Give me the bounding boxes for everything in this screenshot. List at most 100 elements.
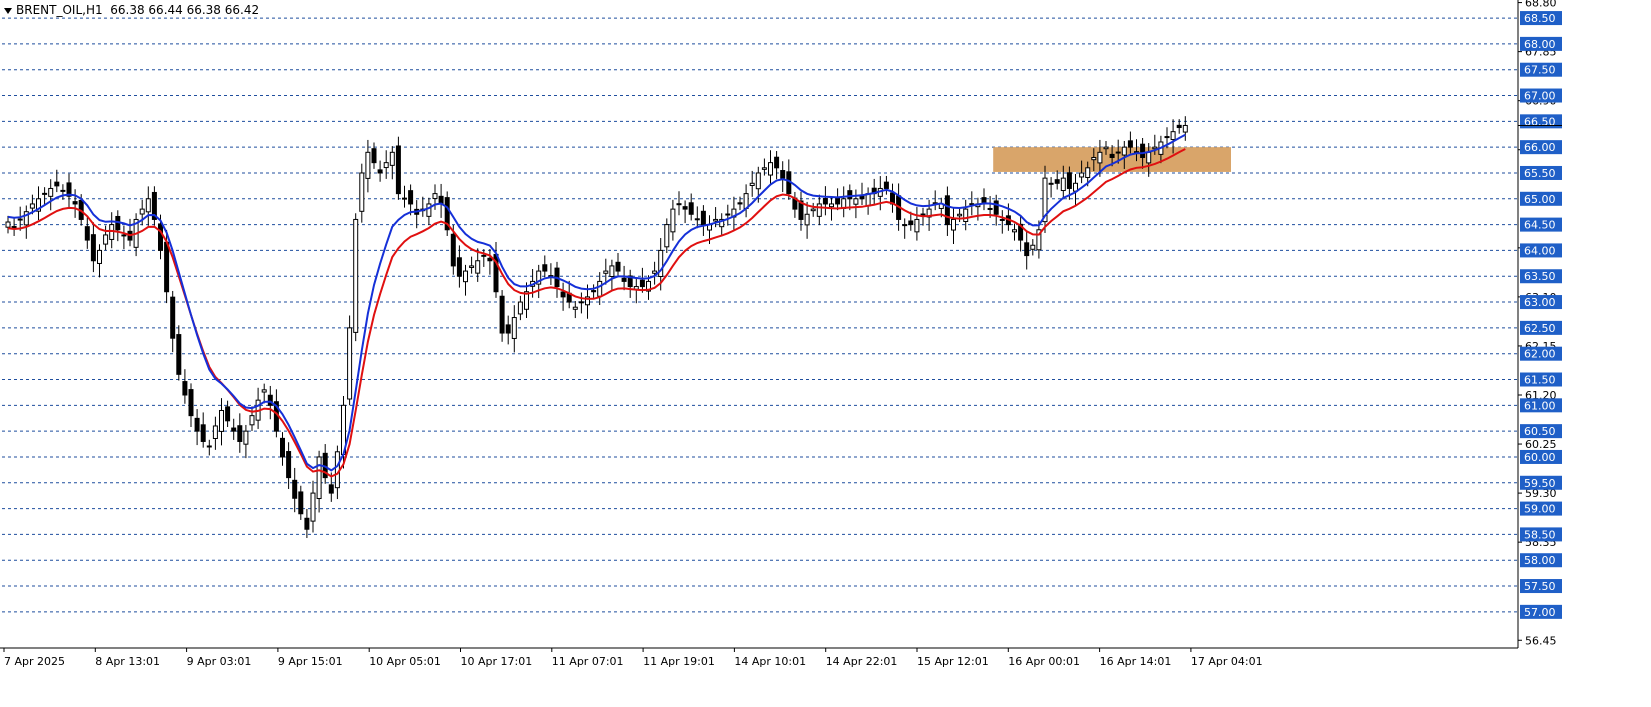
price-level-label: 62.50 [1524, 322, 1556, 335]
candle-bear [371, 148, 377, 164]
price-level-label: 58.50 [1524, 528, 1556, 541]
candle-bear [200, 424, 206, 442]
candle-bear [993, 200, 999, 215]
price-level-label: 68.50 [1524, 12, 1556, 25]
candle-bull [1097, 151, 1103, 164]
candle-bull [999, 218, 1005, 221]
price-level-label: 61.50 [1524, 374, 1556, 387]
candle-bull [853, 198, 859, 205]
price-level-label: 67.50 [1524, 64, 1556, 77]
candle-bear [1115, 151, 1121, 154]
candle-bull [347, 327, 353, 400]
time-tick-label: 11 Apr 07:01 [552, 655, 624, 668]
price-level-label: 60.00 [1524, 451, 1556, 464]
candle-bull [475, 260, 481, 274]
candle-bear [682, 206, 688, 210]
candle-bull [103, 234, 109, 245]
price-level-label: 66.00 [1524, 141, 1556, 154]
price-tick-label: 56.45 [1525, 634, 1557, 647]
candle-bear [11, 226, 17, 229]
candle-bull [951, 218, 956, 231]
candle-bear [560, 291, 566, 298]
candle-bull [1182, 124, 1188, 133]
candle-bull [749, 182, 755, 186]
candle-bear [170, 296, 176, 339]
candle-bear [328, 484, 334, 494]
candle-bear [292, 479, 298, 499]
candle-bear [1109, 153, 1115, 158]
time-tick-label: 16 Apr 14:01 [1100, 655, 1172, 668]
candle-bull [219, 409, 224, 432]
candle-bull [865, 193, 871, 207]
candle-bull [1060, 177, 1066, 192]
candle-bull [652, 270, 658, 274]
price-level-label: 64.50 [1524, 219, 1556, 232]
ema-slow-line [7, 148, 1186, 478]
candle-bear [908, 220, 914, 226]
candle-bull [1048, 182, 1054, 185]
candle-bull [713, 218, 719, 222]
candle-bull [609, 265, 615, 277]
time-tick-label: 11 Apr 19:01 [643, 655, 715, 668]
candle-bear [158, 223, 163, 251]
candle-bear [298, 491, 304, 515]
candle-bull [511, 317, 517, 339]
candle-bear [408, 190, 414, 205]
time-tick-label: 15 Apr 12:01 [917, 655, 989, 668]
candle-bear [737, 202, 743, 205]
candle-bull [310, 492, 316, 522]
candle-bear [456, 257, 462, 277]
candle-bear [822, 198, 828, 205]
price-level-label: 68.00 [1524, 38, 1556, 51]
candle-bear [505, 324, 511, 334]
price-level-label: 57.50 [1524, 580, 1556, 593]
candle-bull [597, 280, 603, 297]
candle-bear [450, 233, 456, 267]
candle-bear [639, 279, 645, 288]
candle-bull [121, 234, 127, 237]
candle-bear [395, 145, 401, 195]
candle-bull [1079, 172, 1085, 178]
candle-bear [987, 207, 993, 210]
candle-bear [676, 203, 682, 206]
candle-bear [883, 181, 889, 189]
candle-bull [1152, 146, 1158, 150]
candle-bull [755, 172, 761, 190]
price-level-label: 65.50 [1524, 167, 1556, 180]
candle-bull [212, 425, 218, 439]
candle-bull [1103, 146, 1109, 150]
candle-bear [286, 451, 292, 479]
candle-bear [835, 197, 841, 205]
time-tick-label: 10 Apr 17:01 [461, 655, 533, 668]
candle-bull [829, 203, 834, 208]
candle-bull [359, 172, 365, 212]
price-level-label: 60.50 [1524, 425, 1556, 438]
candle-bear [54, 181, 60, 187]
candle-bull [432, 193, 438, 200]
candle-bull [963, 208, 969, 223]
candle-bull [810, 208, 816, 212]
candle-bear [402, 197, 407, 200]
price-chart[interactable]: 68.8067.8566.9065.9564.0563.1062.1561.20… [0, 0, 1651, 707]
candle-bull [572, 306, 578, 310]
candle-bull [316, 456, 322, 500]
candle-bear [164, 241, 170, 293]
candle-bear [499, 295, 505, 334]
candle-bull [1146, 151, 1152, 164]
candle-bear [225, 406, 231, 422]
price-tick-label: 68.80 [1525, 0, 1557, 10]
candle-bull [1170, 131, 1176, 141]
candle-bear [42, 192, 48, 195]
price-level-label: 64.00 [1524, 244, 1556, 257]
time-tick-label: 8 Apr 13:01 [95, 655, 160, 668]
time-tick-label: 14 Apr 22:01 [826, 655, 898, 668]
time-tick-label: 14 Apr 10:01 [734, 655, 806, 668]
candle-bull [816, 203, 822, 217]
candle-bull [97, 249, 102, 264]
candle-bull [29, 203, 35, 209]
candle-bull [383, 162, 389, 169]
candle-bear [725, 213, 731, 216]
candle-bull [664, 224, 670, 248]
candle-bull [365, 151, 371, 179]
candle-bear [1024, 242, 1030, 257]
